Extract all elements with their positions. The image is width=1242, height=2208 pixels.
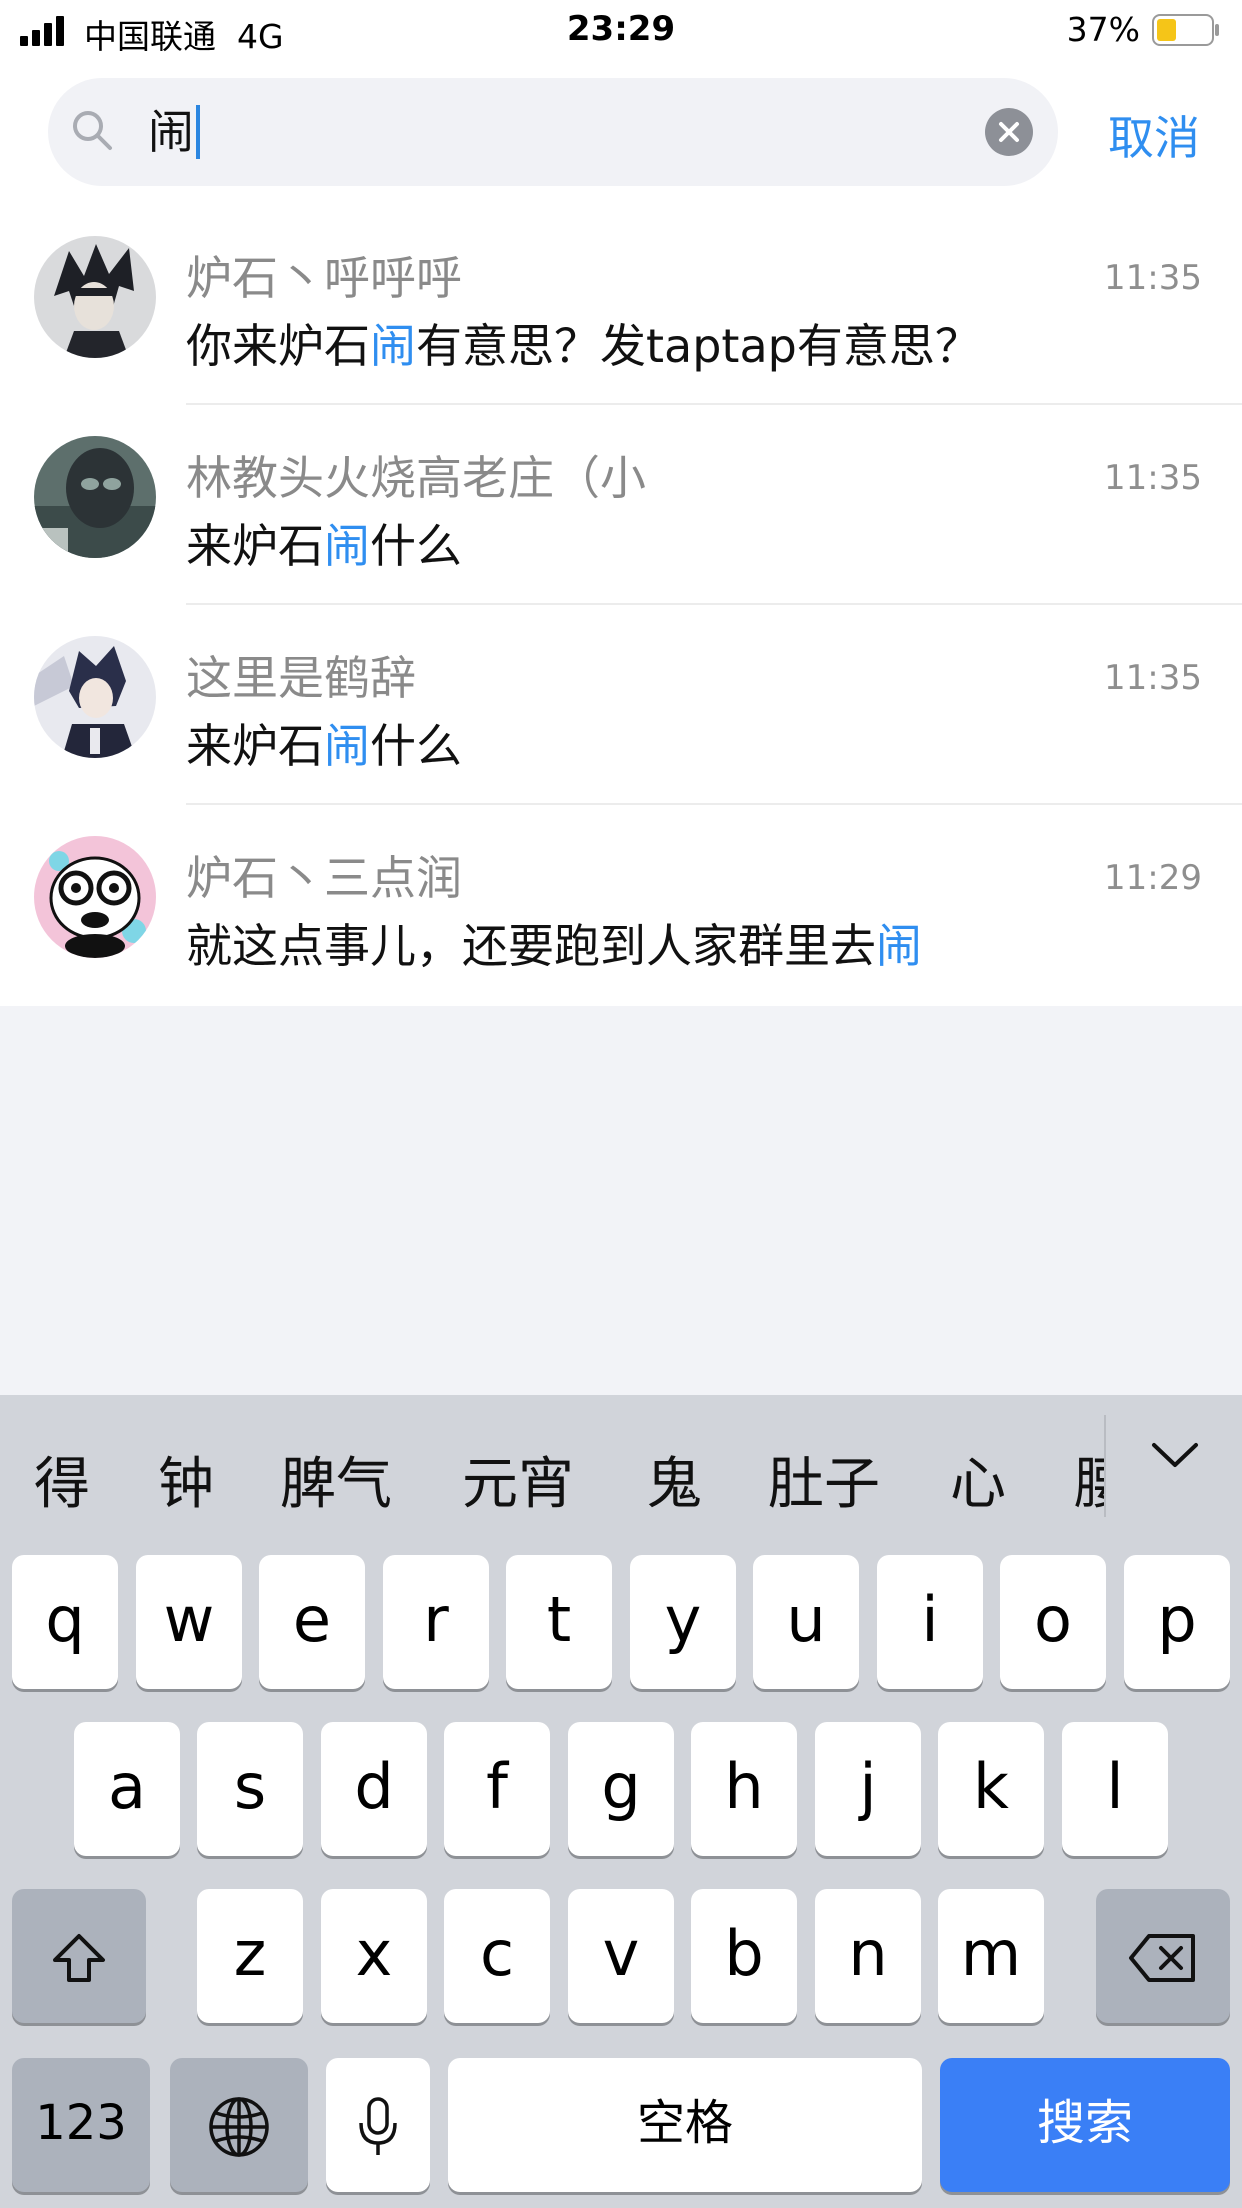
microphone-icon <box>359 2097 397 2155</box>
key-u[interactable]: u <box>753 1555 859 1689</box>
keyboard: 得 钟 脾气 元宵 鬼 肚子 心 腰 q w e r t y u i o p a… <box>0 1395 1242 2208</box>
result-time: 11:35 <box>1104 458 1202 498</box>
key-g[interactable]: g <box>568 1722 674 1856</box>
key-h[interactable]: h <box>691 1722 797 1856</box>
key-v[interactable]: v <box>568 1889 674 2023</box>
key-q[interactable]: q <box>12 1555 118 1689</box>
match-highlight: 闹 <box>324 519 370 573</box>
key-b[interactable]: b <box>691 1889 797 2023</box>
key-o[interactable]: o <box>1000 1555 1106 1689</box>
candidate-word[interactable]: 肚子 <box>768 1439 880 1520</box>
result-message: 你来炉石闹有意思？发taptap有意思？ <box>186 319 981 373</box>
key-j[interactable]: j <box>815 1722 921 1856</box>
result-row[interactable]: 林教头火烧高老庄（小 来炉石闹什么 11:35 <box>0 406 1242 606</box>
result-time: 11:29 <box>1104 858 1202 898</box>
divider <box>186 403 1242 405</box>
divider <box>186 803 1242 805</box>
candidate-list: 得 钟 脾气 元宵 鬼 肚子 心 腰 <box>0 1395 1104 1535</box>
key-r[interactable]: r <box>383 1555 489 1689</box>
result-name: 炉石丶呼呼呼 <box>186 251 462 305</box>
candidate-bar: 得 钟 脾气 元宵 鬼 肚子 心 腰 <box>0 1395 1242 1535</box>
candidate-word[interactable]: 脾气 <box>280 1439 392 1520</box>
key-k[interactable]: k <box>938 1722 1044 1856</box>
search-query: 闹 <box>148 105 200 159</box>
shift-icon <box>53 1933 105 1982</box>
result-row[interactable]: 这里是鹤辞 来炉石闹什么 11:35 <box>0 606 1242 806</box>
key-e[interactable]: e <box>259 1555 365 1689</box>
result-time: 11:35 <box>1104 658 1202 698</box>
match-highlight: 闹 <box>876 919 922 973</box>
search-icon <box>73 111 112 150</box>
candidate-word[interactable]: 得 <box>34 1439 90 1520</box>
dictation-key[interactable] <box>326 2058 430 2192</box>
numbers-key[interactable]: 123 <box>12 2058 150 2192</box>
avatar <box>34 236 156 358</box>
divider <box>186 603 1242 605</box>
key-c[interactable]: c <box>444 1889 550 2023</box>
candidate-word[interactable]: 元宵 <box>462 1439 574 1520</box>
key-f[interactable]: f <box>444 1722 550 1856</box>
avatar <box>34 836 156 958</box>
avatar <box>34 436 156 558</box>
text-caret <box>196 105 200 159</box>
search-key[interactable]: 搜索 <box>940 2058 1230 2192</box>
key-x[interactable]: x <box>321 1889 427 2023</box>
result-message: 来炉石闹什么 <box>186 519 462 573</box>
key-a[interactable]: a <box>74 1722 180 1856</box>
search-results: 炉石丶呼呼呼 你来炉石闹有意思？发taptap有意思？ 11:35 林教头火烧高… <box>0 206 1242 1006</box>
candidate-word[interactable]: 钟 <box>158 1439 214 1520</box>
battery-percent: 37% <box>1066 10 1140 49</box>
result-message: 就这点事儿，还要跑到人家群里去闹 <box>186 919 922 973</box>
globe-icon <box>209 2097 269 2157</box>
match-highlight: 闹 <box>324 719 370 773</box>
key-m[interactable]: m <box>938 1889 1044 2023</box>
key-d[interactable]: d <box>321 1722 427 1856</box>
key-n[interactable]: n <box>815 1889 921 2023</box>
status-bar: 中国联通 4G 23:29 37% <box>0 0 1242 64</box>
search-header: 闹 取消 <box>0 64 1242 206</box>
battery-icon <box>1152 14 1219 46</box>
clear-icon[interactable] <box>984 107 1034 157</box>
candidate-word[interactable]: 腰 <box>1074 1439 1104 1520</box>
candidate-word[interactable]: 心 <box>950 1439 1006 1520</box>
key-p[interactable]: p <box>1124 1555 1230 1689</box>
result-row[interactable]: 炉石丶三点润 就这点事儿，还要跑到人家群里去闹 11:29 <box>0 806 1242 1006</box>
key-w[interactable]: w <box>136 1555 242 1689</box>
result-name: 林教头火烧高老庄（小 <box>186 451 646 505</box>
key-z[interactable]: z <box>197 1889 303 2023</box>
search-input[interactable]: 闹 <box>48 78 1058 186</box>
avatar <box>34 636 156 758</box>
match-highlight: 闹 <box>370 319 416 373</box>
status-time: 23:29 <box>566 9 676 49</box>
result-row[interactable]: 炉石丶呼呼呼 你来炉石闹有意思？发taptap有意思？ 11:35 <box>0 206 1242 406</box>
candidate-word[interactable]: 鬼 <box>646 1439 702 1520</box>
result-name: 这里是鹤辞 <box>186 651 416 705</box>
backspace-key[interactable] <box>1096 1889 1230 2023</box>
space-key[interactable]: 空格 <box>448 2058 922 2192</box>
result-message: 来炉石闹什么 <box>186 719 462 773</box>
key-i[interactable]: i <box>877 1555 983 1689</box>
key-l[interactable]: l <box>1062 1722 1168 1856</box>
globe-key[interactable] <box>170 2058 308 2192</box>
result-name: 炉石丶三点润 <box>186 851 462 905</box>
cancel-button[interactable]: 取消 <box>1108 102 1200 168</box>
chevron-down-icon[interactable] <box>1150 1435 1200 1475</box>
candidate-separator <box>1104 1415 1106 1517</box>
key-t[interactable]: t <box>506 1555 612 1689</box>
shift-key[interactable] <box>12 1889 146 2023</box>
backspace-icon <box>1129 1933 1195 1982</box>
result-time: 11:35 <box>1104 258 1202 298</box>
key-y[interactable]: y <box>630 1555 736 1689</box>
key-s[interactable]: s <box>197 1722 303 1856</box>
